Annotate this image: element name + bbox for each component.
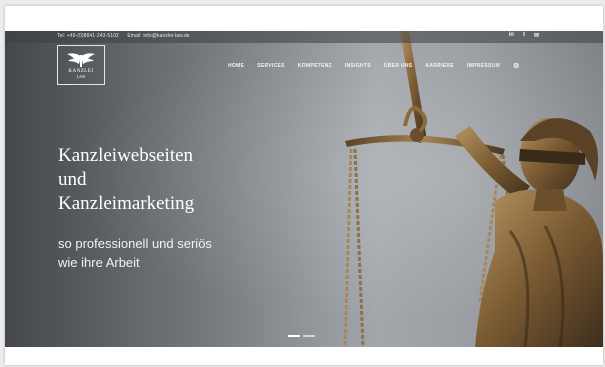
- logo-subtext: LAW: [76, 73, 86, 79]
- wings-logo-icon: [67, 52, 95, 67]
- slider-dot-2[interactable]: [303, 335, 315, 337]
- subheadline-line: so professionell und seriös: [58, 236, 212, 251]
- hero-subheadline: so professionell und seriös wie ihre Arb…: [58, 234, 212, 272]
- twitter-icon[interactable]: t: [523, 32, 525, 39]
- headline-line: Kanzleimarketing: [58, 193, 195, 214]
- headline-line: Kanzleiwebseiten: [58, 145, 194, 166]
- linkedin-icon[interactable]: in: [509, 32, 514, 39]
- nav-item-home[interactable]: HOME: [228, 63, 244, 70]
- contact-info: Tel: +49-(0)8841-243-5102 Email: info@ka…: [57, 33, 197, 39]
- social-links: in t ✉: [509, 32, 539, 39]
- headline-line: und: [58, 169, 87, 190]
- main-navigation: HOME SERVICES KOMPETENZ INSIGHTS ÜBER UN…: [228, 63, 533, 70]
- content-section-start: [5, 347, 603, 365]
- mail-icon[interactable]: ✉: [534, 32, 539, 39]
- justitia-statue-image: [343, 31, 603, 347]
- nav-item-karriere[interactable]: KARRIERE: [425, 63, 454, 70]
- subheadline-line: wie ihre Arbeit: [58, 255, 140, 270]
- nav-item-ueber-uns[interactable]: ÜBER UNS: [384, 63, 413, 70]
- nav-item-services[interactable]: SERVICES: [257, 63, 285, 70]
- gear-icon[interactable]: ⚙: [513, 62, 520, 70]
- site-logo[interactable]: KANZLEI LAW: [57, 45, 105, 85]
- hero-headline: Kanzleiwebseiten und Kanzleimarketing: [58, 144, 194, 216]
- nav-item-impressum[interactable]: IMPRESSUM: [467, 63, 500, 70]
- phone-link[interactable]: Tel: +49-(0)8841-243-5102: [57, 33, 119, 39]
- email-link[interactable]: Email: info@kanzlei-law.de: [127, 33, 189, 39]
- slider-dot-1[interactable]: [288, 335, 300, 337]
- slider-pagination: [288, 335, 315, 337]
- nav-item-insights[interactable]: INSIGHTS: [345, 63, 371, 70]
- nav-item-kompetenz[interactable]: KOMPETENZ: [298, 63, 332, 70]
- page: Tel: +49-(0)8841-243-5102 Email: info@ka…: [5, 6, 603, 365]
